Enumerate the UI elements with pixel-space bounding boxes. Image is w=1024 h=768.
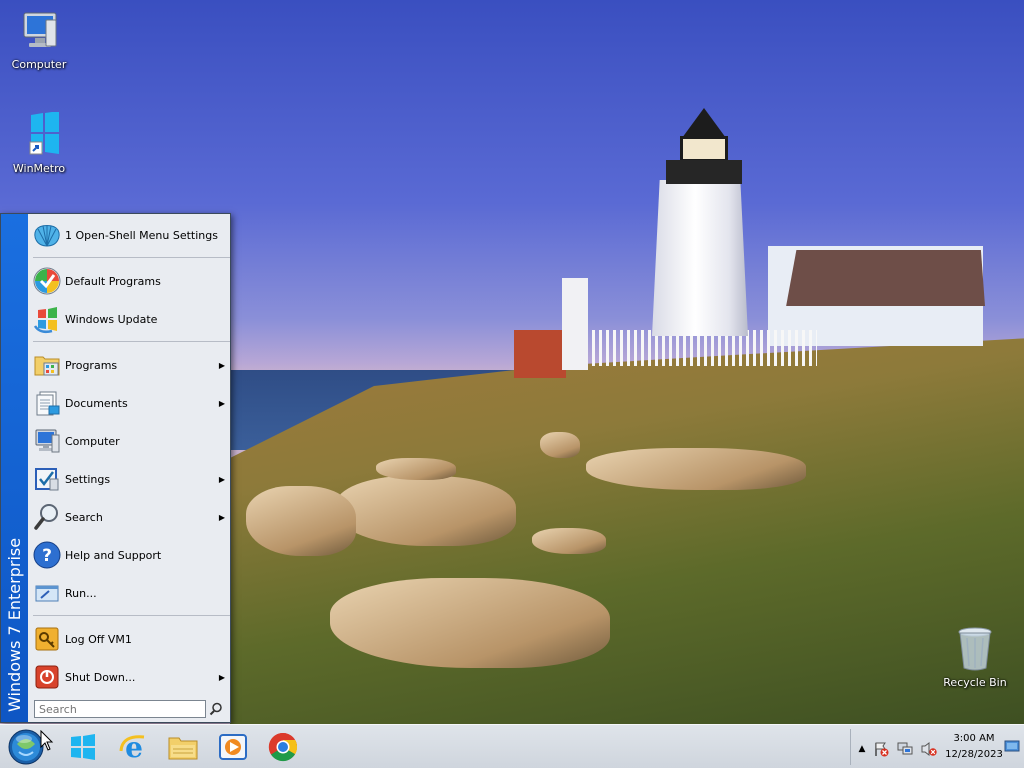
- menu-item-label: Shut Down...: [65, 670, 136, 684]
- network-icon[interactable]: [897, 741, 913, 757]
- start-menu-list: 1 Open-Shell Menu Settings Default Progr…: [29, 214, 230, 694]
- shut-down-icon: [35, 665, 59, 689]
- start-menu-banner: Windows 7 Enterprise: [1, 214, 28, 722]
- wallpaper-lighthouse-lamp: [664, 108, 744, 188]
- shell-icon: [34, 225, 60, 247]
- clock-date[interactable]: 12/28/2023: [945, 749, 1003, 760]
- file-explorer-icon: [168, 737, 198, 760]
- taskbar-pinned-winmetro[interactable]: [66, 730, 100, 764]
- wallpaper-rock: [376, 458, 456, 480]
- programs-icon: [34, 356, 60, 376]
- menu-item-label: Log Off VM1: [65, 632, 132, 646]
- menu-item-label: Settings: [65, 472, 111, 486]
- svg-text:?: ?: [42, 546, 52, 566]
- action-center-icon[interactable]: [873, 741, 889, 757]
- wallpaper-house-roof: [786, 250, 985, 306]
- wallpaper-lighthouse: [652, 180, 748, 336]
- submenu-arrow-icon: ▶: [218, 398, 226, 408]
- help-icon: ?: [33, 541, 61, 569]
- menu-item-programs[interactable]: Programs ▶: [29, 348, 230, 382]
- search-icon: [34, 504, 58, 530]
- menu-item-log-off[interactable]: Log Off VM1: [29, 622, 230, 656]
- desktop-icon-label: Recycle Bin: [943, 676, 1007, 689]
- monitor-icon: [1004, 740, 1020, 752]
- menu-item-label: Windows Update: [65, 312, 158, 326]
- start-menu-search-input[interactable]: [34, 700, 206, 718]
- submenu-arrow-icon: ▶: [218, 474, 226, 484]
- wallpaper-rock: [540, 432, 580, 458]
- show-hidden-icons-button[interactable]: ▲: [854, 741, 870, 757]
- menu-separator: [33, 341, 230, 342]
- search-button[interactable]: [206, 700, 226, 718]
- wallpaper-bell-tower: [562, 278, 588, 370]
- start-menu-banner-text: Windows 7 Enterprise: [5, 537, 24, 712]
- wallpaper-rock: [586, 448, 806, 490]
- submenu-arrow-icon: ▶: [218, 672, 226, 682]
- desktop-icon-label: Computer: [11, 58, 67, 71]
- internet-explorer-icon: e: [119, 731, 145, 763]
- menu-item-windows-update[interactable]: Windows Update: [29, 302, 230, 336]
- taskbar-pinned-file-explorer[interactable]: [166, 730, 200, 764]
- log-off-icon: [35, 627, 59, 651]
- windows-update-icon: [33, 307, 57, 334]
- wallpaper-rock: [532, 528, 606, 554]
- show-desktop-button[interactable]: [1003, 737, 1021, 755]
- clock-time[interactable]: 3:00 AM: [945, 733, 1003, 744]
- desktop-icon-computer[interactable]: Computer: [0, 10, 78, 71]
- chevron-up-icon: ▲: [858, 744, 866, 754]
- menu-item-computer[interactable]: Computer: [29, 424, 230, 458]
- menu-item-settings[interactable]: Settings ▶: [29, 462, 230, 496]
- menu-item-label: Default Programs: [65, 274, 161, 288]
- menu-item-run[interactable]: Run...: [29, 576, 230, 610]
- menu-item-label: Run...: [65, 586, 97, 600]
- menu-item-label: Documents: [65, 396, 128, 410]
- submenu-arrow-icon: ▶: [218, 512, 226, 522]
- menu-item-label: 1 Open-Shell Menu Settings: [65, 228, 218, 242]
- menu-separator: [33, 615, 230, 616]
- menu-item-label: Help and Support: [65, 548, 162, 562]
- menu-item-search[interactable]: Search ▶: [29, 500, 230, 534]
- documents-icon: [36, 391, 60, 416]
- wallpaper-shed: [514, 330, 566, 378]
- menu-item-label: Computer: [65, 434, 120, 448]
- settings-icon: [35, 468, 59, 491]
- desktop-icon-winmetro[interactable]: WinMetro: [0, 112, 78, 175]
- computer-icon: [35, 429, 60, 453]
- submenu-arrow-icon: ▶: [218, 360, 226, 370]
- wallpaper-rock: [330, 578, 610, 668]
- menu-item-shut-down[interactable]: Shut Down... ▶: [29, 660, 230, 694]
- start-menu: Windows 7 Enterprise 1 Open-Shell Menu S…: [0, 213, 231, 723]
- menu-separator: [33, 257, 230, 258]
- taskbar-pinned-internet-explorer[interactable]: e: [117, 730, 151, 764]
- system-tray: ▲ 3:00 AM 12/28/2023: [850, 729, 1022, 765]
- taskbar: e ▲ 3:00 AM 12/28/2023: [0, 724, 1024, 768]
- computer-icon: [23, 12, 57, 47]
- menu-item-documents[interactable]: Documents ▶: [29, 386, 230, 420]
- media-player-icon: [219, 734, 247, 760]
- wallpaper-rock: [246, 486, 356, 556]
- taskbar-pinned-media-player[interactable]: [216, 730, 250, 764]
- menu-item-label: Search: [65, 510, 103, 524]
- menu-item-label: Programs: [65, 358, 118, 372]
- default-programs-icon: [33, 267, 61, 295]
- chrome-icon: [268, 732, 298, 762]
- flag-warning-icon: [875, 742, 889, 757]
- desktop-icon-recycle-bin[interactable]: Recycle Bin: [936, 626, 1014, 689]
- search-icon: [209, 702, 222, 716]
- windows-metro-icon: [29, 112, 59, 155]
- run-icon: [35, 585, 59, 602]
- network-icon-glyph: [897, 742, 913, 755]
- menu-item-help-and-support[interactable]: ? Help and Support: [29, 538, 230, 572]
- windows-metro-icon: [71, 734, 95, 760]
- desktop-icon-label: WinMetro: [12, 162, 66, 175]
- speaker-muted-icon: [921, 742, 937, 756]
- recycle-bin-icon: [958, 627, 992, 671]
- taskbar-pinned-chrome[interactable]: [266, 730, 300, 764]
- mouse-cursor-icon: [40, 730, 54, 751]
- volume-icon[interactable]: [921, 741, 937, 757]
- wallpaper-rock: [336, 476, 516, 546]
- menu-item-default-programs[interactable]: Default Programs: [29, 264, 230, 298]
- menu-item-open-shell-settings[interactable]: 1 Open-Shell Menu Settings: [29, 218, 230, 252]
